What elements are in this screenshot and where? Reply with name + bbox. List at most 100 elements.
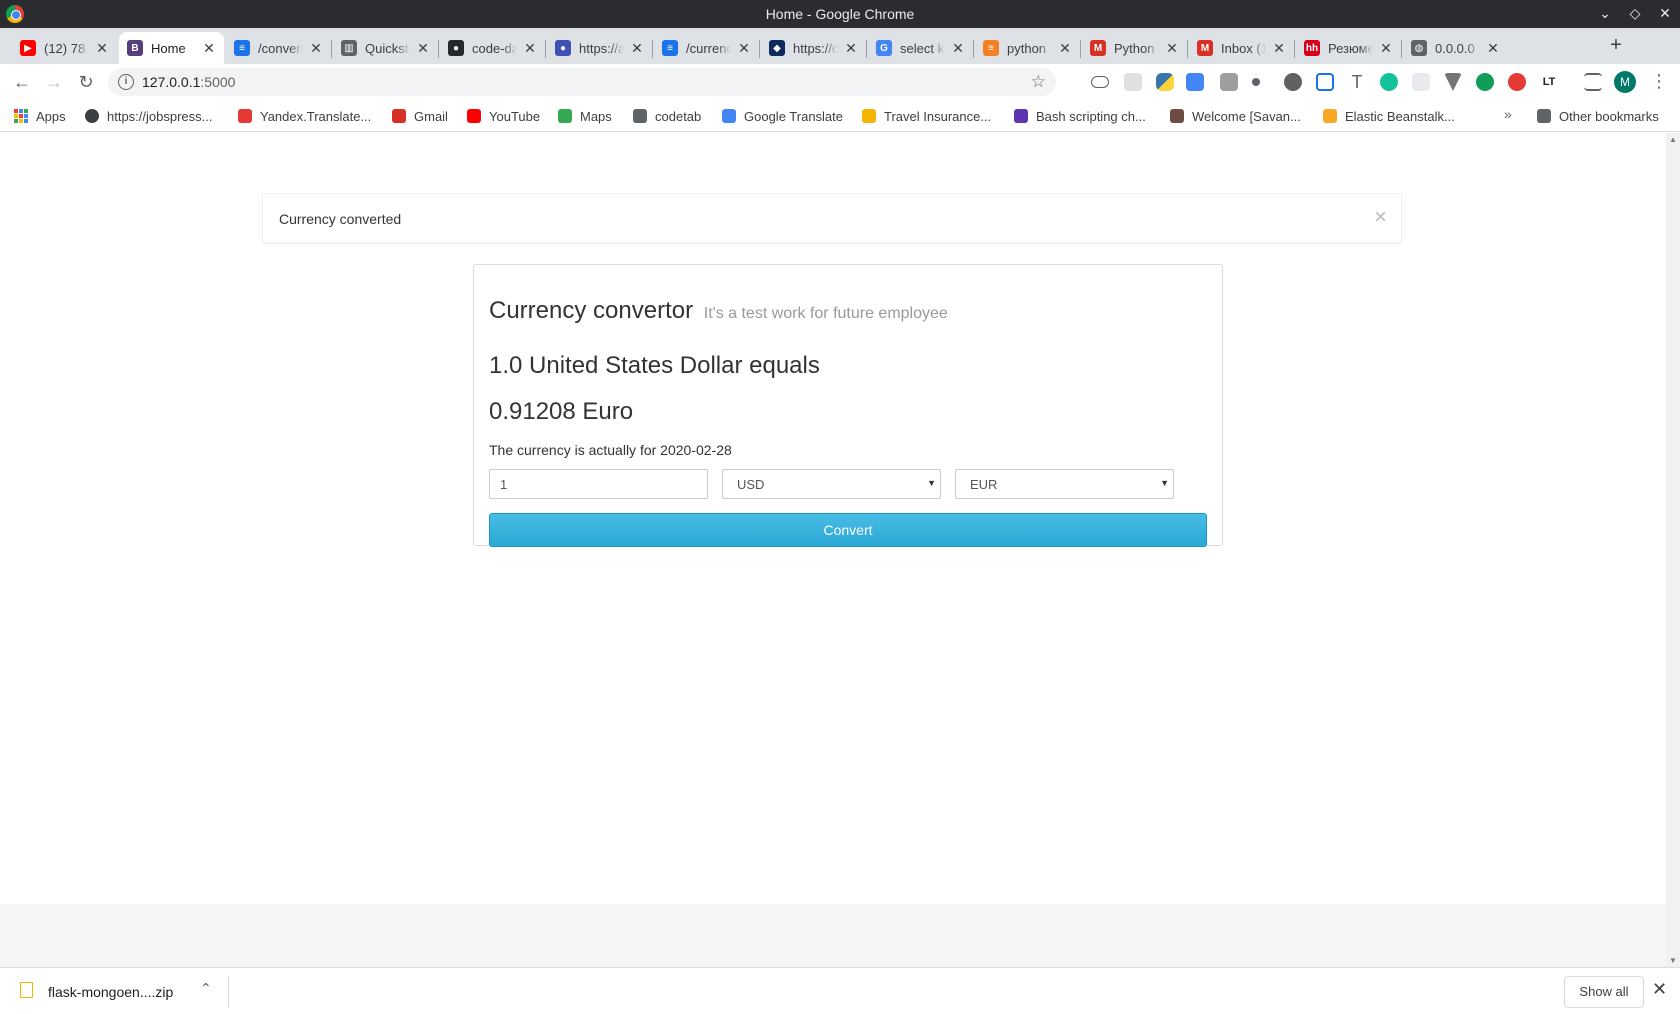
hh-icon: hh — [1304, 40, 1320, 56]
tab-close-icon[interactable]: ✕ — [1486, 40, 1500, 57]
bookmark-label: https://jobspress... — [107, 108, 213, 124]
alert-close-icon[interactable]: × — [1374, 206, 1387, 228]
github-icon: ● — [448, 40, 464, 56]
tab-item[interactable]: ◆ https://c ✕ — [761, 32, 866, 64]
bookmark-star-icon[interactable]: ☆ — [1031, 72, 1046, 92]
tab-close-icon[interactable]: ✕ — [309, 40, 323, 57]
bookmark-label: Gmail — [414, 108, 448, 124]
tab-label: Python — [1114, 40, 1155, 56]
media-controls-icon[interactable] — [1584, 73, 1602, 91]
camera-extension-icon[interactable] — [1220, 73, 1238, 91]
tab-close-icon[interactable]: ✕ — [1165, 40, 1179, 57]
tab-item[interactable]: ≡ /convert ✕ — [226, 32, 331, 64]
bookmark-item[interactable]: Bash scripting ch... — [1014, 107, 1146, 125]
travel-insurance-icon — [862, 109, 876, 123]
tab-item[interactable]: Gselect ke ✕ — [868, 32, 973, 64]
bookmark-label: Welcome [Savan... — [1192, 108, 1301, 124]
reload-button[interactable]: ↻ — [74, 70, 98, 94]
download-shelf: flask-mongoen....zip ⌃ Show all ✕ — [0, 967, 1680, 1014]
tab-close-icon[interactable]: ✕ — [951, 40, 965, 57]
extension-icon[interactable] — [1124, 73, 1142, 91]
tab-close-icon[interactable]: ✕ — [1379, 40, 1393, 57]
bookmark-item[interactable]: Maps — [558, 107, 612, 125]
python-extension-icon[interactable] — [1156, 73, 1174, 91]
tab-item[interactable]: ▶ (12) 78 N ✕ — [12, 32, 117, 64]
tab-close-icon[interactable]: ✕ — [1272, 40, 1286, 57]
conversion-result: 0.91208 Euro — [489, 398, 634, 425]
hash-extension-icon[interactable] — [1316, 73, 1334, 91]
address-url[interactable]: 127.0.0.1:5000 — [142, 74, 235, 90]
bookmark-item[interactable]: Welcome [Savan... — [1170, 107, 1301, 125]
tab-item[interactable]: M Inbox (1 ✕ — [1189, 32, 1294, 64]
chrome-menu-icon[interactable]: ⋮ — [1650, 70, 1668, 94]
tab-close-icon[interactable]: ✕ — [416, 40, 430, 57]
bookmarks-overflow-icon[interactable]: » — [1504, 106, 1512, 122]
tab-divider — [1187, 40, 1188, 58]
green-extension-icon[interactable] — [1476, 73, 1494, 91]
profile-avatar[interactable]: M — [1614, 71, 1636, 93]
amount-input[interactable] — [489, 469, 708, 499]
bookmark-item[interactable]: https://jobspress... — [85, 107, 213, 125]
to-currency-value: EUR — [970, 477, 998, 492]
bookmark-item[interactable]: YouTube — [467, 107, 540, 125]
site-info-icon[interactable]: i — [118, 74, 134, 90]
address-bar[interactable]: i 127.0.0.1:5000 ☆ — [108, 68, 1056, 96]
close-window-icon[interactable]: ✕ — [1656, 4, 1674, 22]
extension-icon[interactable] — [1412, 73, 1430, 91]
download-item[interactable]: flask-mongoen....zip — [48, 984, 173, 1000]
restore-icon[interactable]: ◇ — [1626, 4, 1644, 22]
bookmark-item[interactable]: Gmail — [392, 107, 448, 125]
tab-item[interactable]: ▥ Quicksta ✕ — [333, 32, 438, 64]
tab-close-icon[interactable]: ✕ — [737, 40, 751, 57]
converter-panel: Currency convertor It's a test work for … — [473, 264, 1223, 547]
tab-item[interactable]: hh Резюме ✕ — [1296, 32, 1401, 64]
chevron-up-icon[interactable]: ⌃ — [200, 980, 212, 997]
tab-close-icon[interactable]: ✕ — [95, 40, 109, 57]
lt-extension-icon[interactable]: LT — [1540, 73, 1558, 91]
tab-close-icon[interactable]: ✕ — [202, 40, 216, 57]
tab-item[interactable]: ≡ python ✕ — [975, 32, 1080, 64]
tab-item[interactable]: ≡ /currenc ✕ — [654, 32, 759, 64]
tab-item[interactable]: ● code-da ✕ — [440, 32, 545, 64]
new-badge-extension-icon[interactable] — [1186, 73, 1204, 91]
close-shelf-icon[interactable]: ✕ — [1652, 979, 1667, 1000]
tab-label: /convert — [258, 40, 303, 56]
cloud-extension-icon[interactable] — [1091, 76, 1109, 88]
tab-item[interactable]: ● https://a ✕ — [547, 32, 652, 64]
bookmark-item[interactable]: Apps — [14, 107, 66, 125]
page-scrollbar[interactable]: ▲ ▼ — [1666, 133, 1680, 967]
grammarly-extension-icon[interactable] — [1380, 73, 1398, 91]
gear-extension-icon[interactable] — [1284, 73, 1302, 91]
bookmark-label: Apps — [36, 108, 66, 124]
bookmark-item[interactable]: Google Translate — [722, 107, 843, 125]
minimize-icon[interactable]: ⌄ — [1596, 4, 1614, 22]
from-currency-value: USD — [737, 477, 765, 492]
dots-extension-icon[interactable] — [1252, 78, 1260, 86]
tab-close-icon[interactable]: ✕ — [844, 40, 858, 57]
to-currency-select[interactable]: EUR ▼ — [955, 469, 1174, 499]
bookmark-item[interactable]: Elastic Beanstalk... — [1323, 107, 1455, 125]
tab-close-icon[interactable]: ✕ — [1058, 40, 1072, 57]
tab-item[interactable]: ◍ 0.0.0.0 ✕ — [1403, 32, 1508, 64]
tab-close-icon[interactable]: ✕ — [523, 40, 537, 57]
convert-button[interactable]: Convert — [489, 513, 1207, 547]
text-extension-icon[interactable]: T — [1348, 73, 1366, 91]
bookmark-item[interactable]: codetab — [633, 107, 701, 125]
bookmark-item[interactable]: Other bookmarks — [1537, 107, 1659, 125]
tab-item[interactable]: M Python ✕ — [1082, 32, 1187, 64]
back-button[interactable]: ← — [10, 70, 34, 94]
adblock-extension-icon[interactable] — [1508, 73, 1526, 91]
bookmark-item[interactable]: Yandex.Translate... — [238, 107, 371, 125]
bookmark-label: YouTube — [489, 108, 541, 124]
google-icon: G — [876, 40, 892, 56]
from-currency-select[interactable]: USD ▼ — [722, 469, 941, 499]
bookmark-item[interactable]: Travel Insurance... — [862, 107, 991, 125]
tab-active[interactable]: B Home ✕ — [119, 32, 224, 64]
new-tab-button[interactable]: + — [1604, 34, 1628, 58]
scroll-down-icon[interactable]: ▼ — [1669, 956, 1677, 965]
tab-close-icon[interactable]: ✕ — [630, 40, 644, 57]
vue-extension-icon[interactable] — [1444, 73, 1462, 91]
scroll-up-icon[interactable]: ▲ — [1669, 135, 1677, 144]
show-all-button[interactable]: Show all — [1564, 976, 1644, 1008]
forward-button[interactable]: → — [42, 70, 66, 94]
